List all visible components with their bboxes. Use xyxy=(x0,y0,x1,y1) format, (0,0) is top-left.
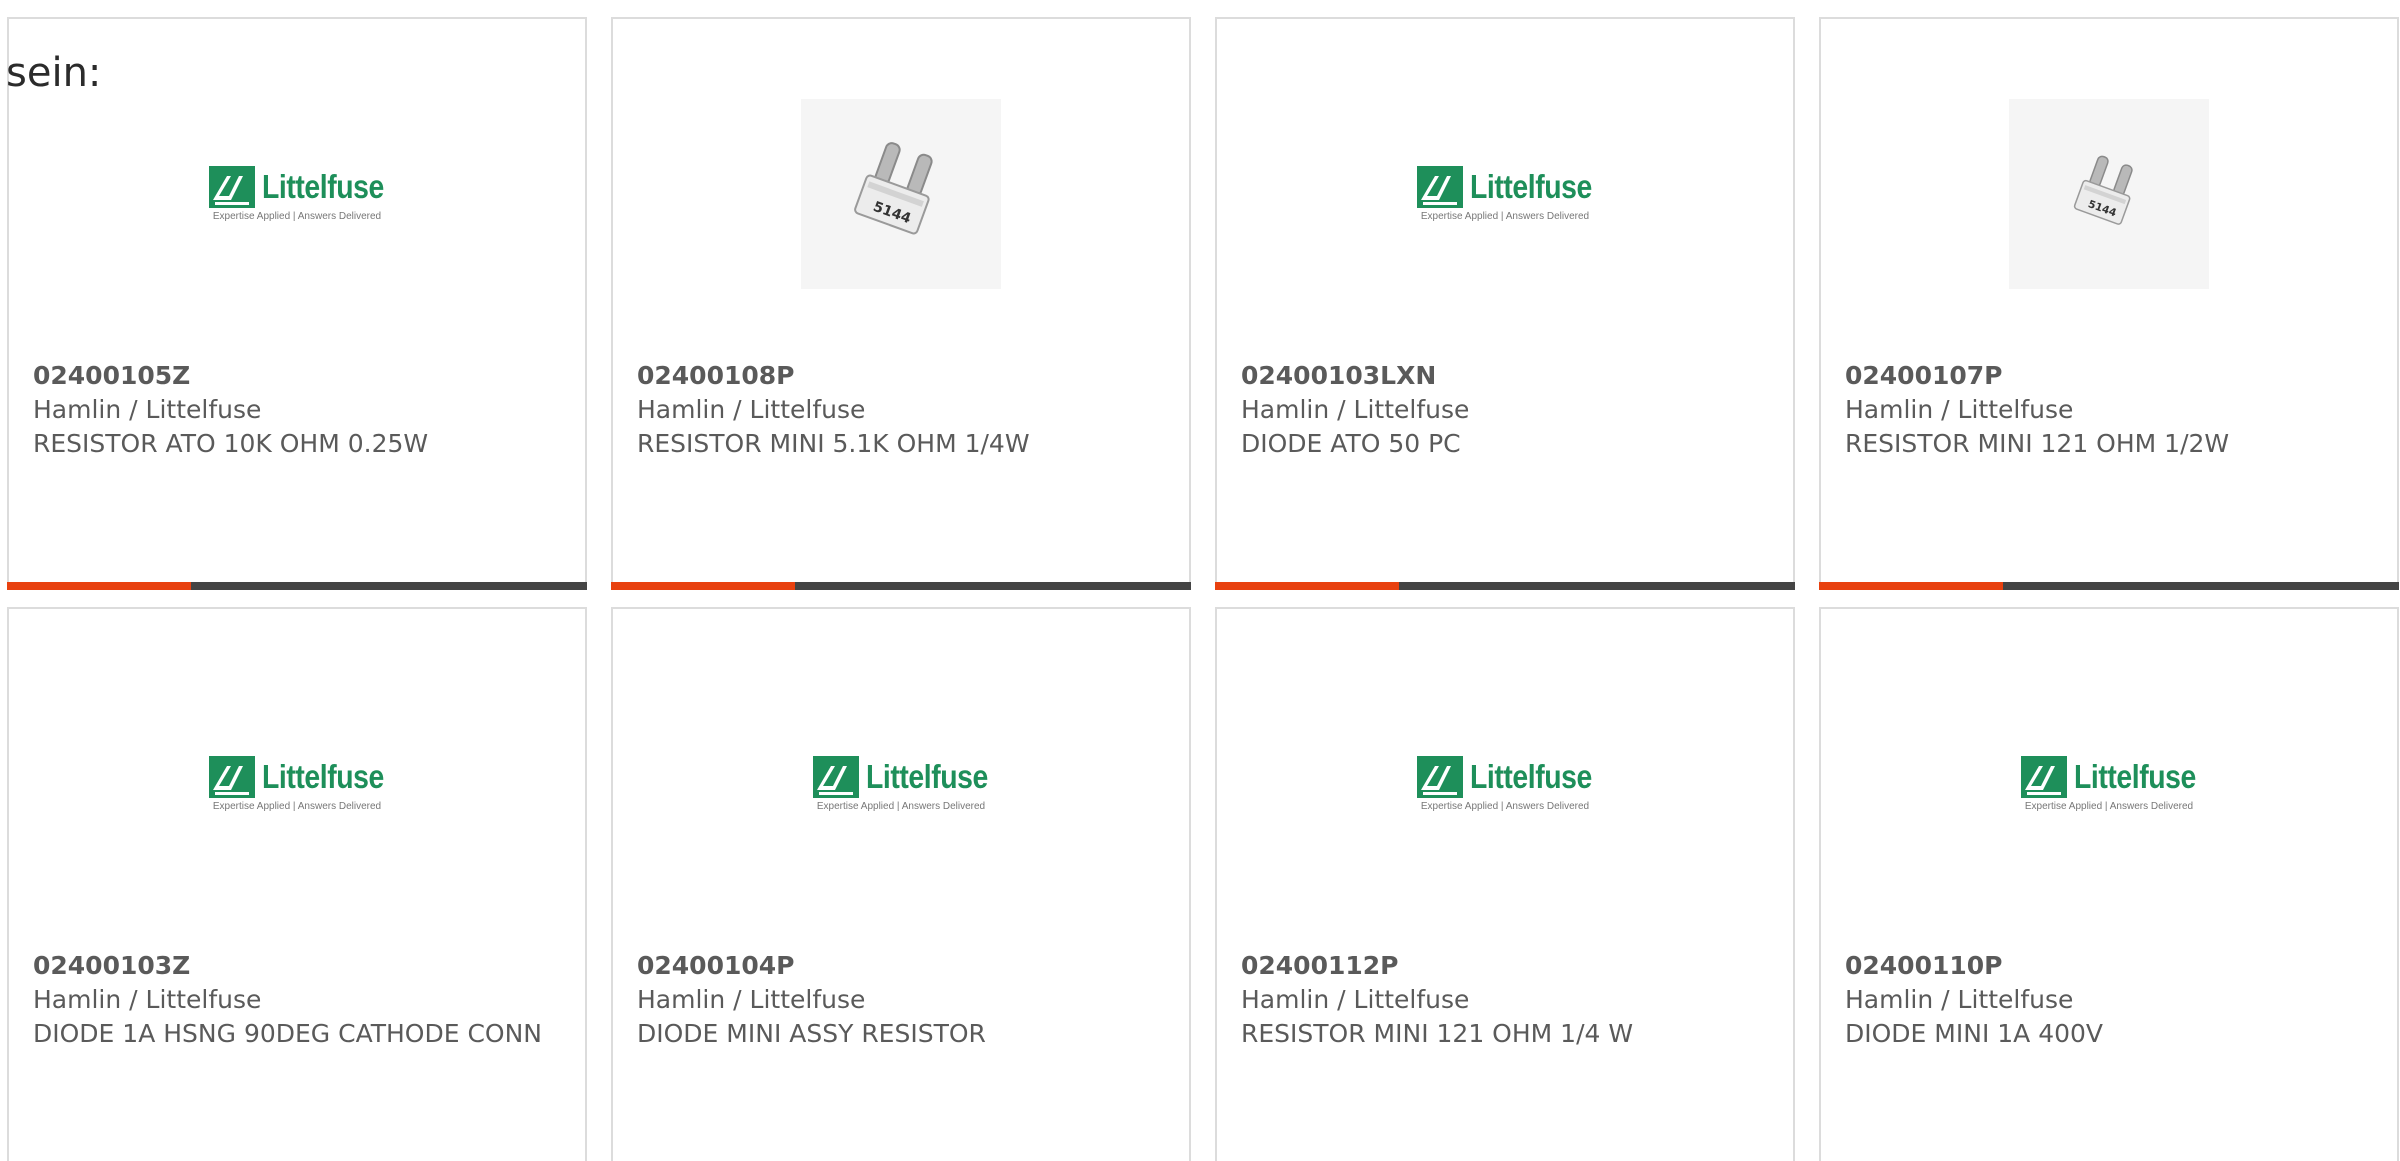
card-bottom-bar xyxy=(1819,582,2399,590)
logo-tagline: Expertise Applied | Answers Delivered xyxy=(2024,801,2194,812)
card-bar-accent xyxy=(1819,582,2003,590)
logo-wordmark: Littelfuse xyxy=(865,758,988,795)
card-bar-accent xyxy=(1215,582,1399,590)
product-description: RESISTOR MINI 5.1K OHM 1/4W xyxy=(637,429,1030,458)
part-number[interactable]: 02400103Z xyxy=(33,949,565,983)
product-photo: 5144 xyxy=(2009,99,2209,289)
product-description: RESISTOR MINI 121 OHM 1/4 W xyxy=(1241,1019,1634,1048)
card-bottom-bar xyxy=(7,582,587,590)
product-grid: Littelfuse Expertise Applied | Answers D… xyxy=(7,17,2400,1161)
part-number[interactable]: 02400112P xyxy=(1241,949,1773,983)
manufacturer: Hamlin / Littelfuse xyxy=(637,395,866,424)
product-image-area[interactable]: Littelfuse Expertise Applied | Answers D… xyxy=(1217,79,1793,309)
product-card[interactable]: Littelfuse Expertise Applied | Answers D… xyxy=(1215,607,1795,1161)
card-bar-accent xyxy=(611,582,795,590)
product-image-area[interactable]: Littelfuse Expertise Applied | Answers D… xyxy=(1821,669,2397,899)
product-card[interactable]: Littelfuse Expertise Applied | Answers D… xyxy=(7,17,587,590)
card-bar-accent xyxy=(7,582,191,590)
logo-tagline: Expertise Applied | Answers Delivered xyxy=(1420,801,1590,812)
littelfuse-logo: Littelfuse Expertise Applied | Answers D… xyxy=(208,166,386,222)
product-image-area[interactable]: Littelfuse Expertise Applied | Answers D… xyxy=(1217,669,1793,899)
logo-tagline: Expertise Applied | Answers Delivered xyxy=(1420,211,1590,222)
product-card[interactable]: Littelfuse Expertise Applied | Answers D… xyxy=(7,607,587,1161)
logo-tagline: Expertise Applied | Answers Delivered xyxy=(212,801,382,812)
card-bottom-bar xyxy=(1215,582,1795,590)
part-number[interactable]: 02400104P xyxy=(637,949,1169,983)
littelfuse-mark-icon xyxy=(812,756,859,798)
product-card[interactable]: Littelfuse Expertise Applied | Answers D… xyxy=(1215,17,1795,590)
card-bottom-bar xyxy=(611,582,1191,590)
product-photo: 5144 xyxy=(801,99,1001,289)
manufacturer: Hamlin / Littelfuse xyxy=(1241,395,1470,424)
manufacturer: Hamlin / Littelfuse xyxy=(33,985,262,1014)
littelfuse-mark-icon xyxy=(2020,756,2067,798)
logo-tagline: Expertise Applied | Answers Delivered xyxy=(212,211,382,222)
logo-wordmark: Littelfuse xyxy=(1469,168,1592,205)
part-number[interactable]: 02400107P xyxy=(1845,359,2377,393)
product-description: DIODE MINI ASSY RESISTOR xyxy=(637,1019,986,1048)
product-card[interactable]: 5144 02400107P Hamlin / Littelfuse RESIS… xyxy=(1819,17,2399,590)
product-card[interactable]: Littelfuse Expertise Applied | Answers D… xyxy=(611,607,1191,1161)
part-number[interactable]: 02400108P xyxy=(637,359,1169,393)
logo-wordmark: Littelfuse xyxy=(261,758,384,795)
product-card[interactable]: 5144 02400108P Hamlin / Littelfuse RESIS… xyxy=(611,17,1191,590)
littelfuse-logo: Littelfuse Expertise Applied | Answers D… xyxy=(1416,756,1594,812)
manufacturer: Hamlin / Littelfuse xyxy=(33,395,262,424)
littelfuse-mark-icon xyxy=(208,166,255,208)
mini-fuse-component-icon: 5144 xyxy=(854,142,933,235)
littelfuse-logo: Littelfuse Expertise Applied | Answers D… xyxy=(1416,166,1594,222)
product-image-area[interactable]: 5144 xyxy=(613,79,1189,309)
product-card[interactable]: Littelfuse Expertise Applied | Answers D… xyxy=(1819,607,2399,1161)
manufacturer: Hamlin / Littelfuse xyxy=(1845,985,2074,1014)
logo-tagline: Expertise Applied | Answers Delivered xyxy=(816,801,986,812)
logo-wordmark: Littelfuse xyxy=(261,168,384,205)
littelfuse-logo: Littelfuse Expertise Applied | Answers D… xyxy=(208,756,386,812)
manufacturer: Hamlin / Littelfuse xyxy=(1845,395,2074,424)
product-description: RESISTOR MINI 121 OHM 1/2W xyxy=(1845,429,2230,458)
product-description: DIODE 1A HSNG 90DEG CATHODE CONN xyxy=(33,1019,543,1048)
part-number[interactable]: 02400110P xyxy=(1845,949,2377,983)
product-description: DIODE MINI 1A 400V xyxy=(1845,1019,2104,1048)
littelfuse-logo: Littelfuse Expertise Applied | Answers D… xyxy=(2020,756,2198,812)
mini-fuse-component-icon: 5144 xyxy=(2073,155,2133,225)
logo-wordmark: Littelfuse xyxy=(2073,758,2196,795)
product-image-area[interactable]: Littelfuse Expertise Applied | Answers D… xyxy=(9,669,585,899)
part-number[interactable]: 02400103LXN xyxy=(1241,359,1773,393)
part-number[interactable]: 02400105Z xyxy=(33,359,565,393)
littelfuse-mark-icon xyxy=(1416,756,1463,798)
littelfuse-mark-icon xyxy=(1416,166,1463,208)
logo-wordmark: Littelfuse xyxy=(1469,758,1592,795)
product-image-area[interactable]: Littelfuse Expertise Applied | Answers D… xyxy=(9,79,585,309)
littelfuse-logo: Littelfuse Expertise Applied | Answers D… xyxy=(812,756,990,812)
product-description: DIODE ATO 50 PC xyxy=(1241,429,1461,458)
product-image-area[interactable]: Littelfuse Expertise Applied | Answers D… xyxy=(613,669,1189,899)
littelfuse-mark-icon xyxy=(208,756,255,798)
intro-text: sein: xyxy=(6,50,102,96)
manufacturer: Hamlin / Littelfuse xyxy=(1241,985,1470,1014)
product-image-area[interactable]: 5144 xyxy=(1821,79,2397,309)
manufacturer: Hamlin / Littelfuse xyxy=(637,985,866,1014)
product-description: RESISTOR ATO 10K OHM 0.25W xyxy=(33,429,429,458)
